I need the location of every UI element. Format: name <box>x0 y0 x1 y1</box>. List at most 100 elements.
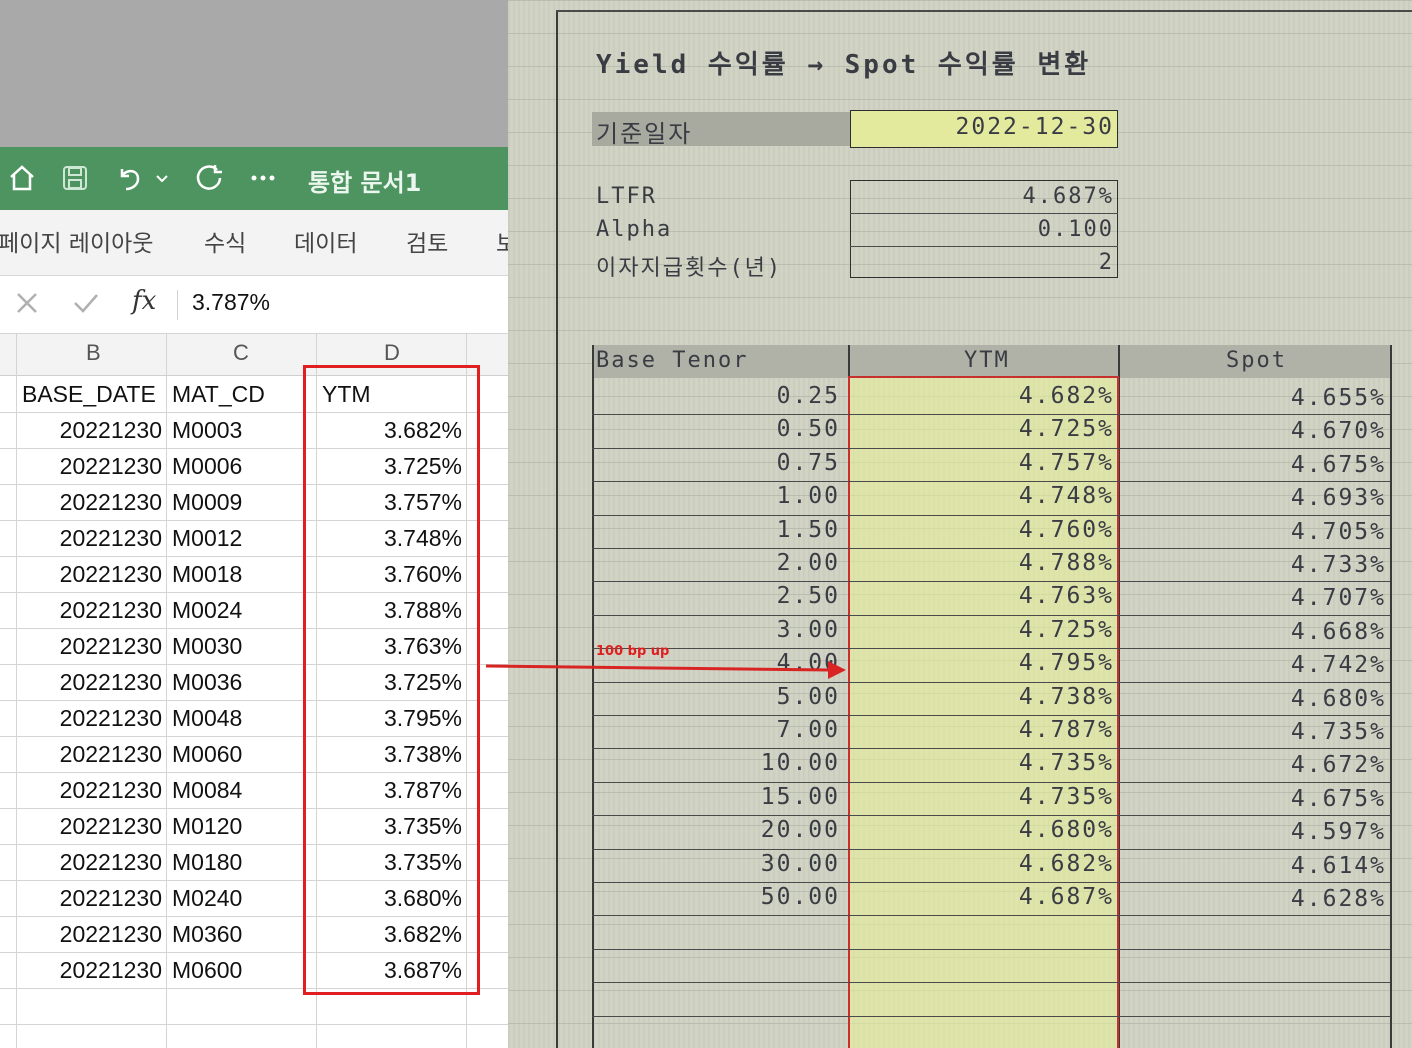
tab-data[interactable]: 데이터 <box>294 224 357 258</box>
cell-mat-cd[interactable]: M0060 <box>172 736 312 772</box>
params-line <box>850 246 1118 247</box>
insert-function-icon[interactable]: fx <box>132 286 156 316</box>
save-icon[interactable] <box>58 161 92 195</box>
undo-icon[interactable] <box>112 161 146 195</box>
cell-mat-cd[interactable]: M0084 <box>172 772 312 808</box>
cell-mat-cd[interactable]: M0048 <box>172 700 312 736</box>
table-row-line <box>592 915 1390 917</box>
cell-base-date[interactable]: 20221230 <box>20 556 162 592</box>
check-icon[interactable] <box>72 290 100 320</box>
spot-cell: 4.668% <box>1290 618 1386 645</box>
tenor-cell: 1.50 <box>776 516 840 543</box>
cell-mat-cd[interactable]: M0009 <box>172 484 312 520</box>
spot-cell: 4.735% <box>1290 719 1386 745</box>
column-header-b[interactable]: B <box>86 340 101 366</box>
formula-bar: fx 3.787% <box>0 276 508 334</box>
sheet-border <box>556 10 558 1048</box>
ytm-cell: 4.757% <box>1018 449 1114 476</box>
redo-icon[interactable] <box>192 161 226 195</box>
tab-formulas[interactable]: 수식 <box>204 224 246 258</box>
cell-mat-cd[interactable]: M0360 <box>172 916 312 952</box>
home-icon[interactable] <box>5 161 39 195</box>
spot-cell: 4.614% <box>1290 852 1386 879</box>
cell-mat-cd[interactable]: M0006 <box>172 448 312 484</box>
base-date-value: 2022-12-30 <box>955 114 1114 140</box>
spreadsheet-photo: Yield 수익률 → Spot 수익률 변환 기준일자 2022-12-30 … <box>508 0 1412 1048</box>
cell-mat-cd[interactable]: M0240 <box>172 880 312 916</box>
cell-base-date[interactable]: 20221230 <box>20 448 162 484</box>
spot-cell: 4.672% <box>1290 752 1386 779</box>
cell-base-date[interactable]: 20221230 <box>20 664 162 700</box>
cell-base-date[interactable]: 20221230 <box>20 412 162 448</box>
sheet-border <box>556 10 1412 12</box>
table-row-line <box>592 715 1390 716</box>
title-bar: 통합 문서1 <box>0 147 508 210</box>
tenor-cell: 20.00 <box>760 817 840 844</box>
ytm-cell: 4.725% <box>1018 416 1114 443</box>
tenor-cell: 15.00 <box>760 783 840 810</box>
spot-cell: 4.670% <box>1290 418 1386 445</box>
chevron-down-icon[interactable] <box>152 161 172 195</box>
spot-cell: 4.628% <box>1290 886 1386 912</box>
cell-mat-cd[interactable]: M0012 <box>172 520 312 556</box>
cell-base-date[interactable]: 20221230 <box>20 520 162 556</box>
ytm-highlight-box <box>303 365 480 995</box>
more-icon[interactable] <box>246 161 280 195</box>
ytm-cell: 4.687% <box>1018 884 1114 910</box>
cell-base-date[interactable]: 20221230 <box>20 808 162 844</box>
cell-base-date[interactable]: 20221230 <box>20 880 162 916</box>
cell-mat-cd[interactable]: M0120 <box>172 808 312 844</box>
cell-mat-cd[interactable]: M0003 <box>172 412 312 448</box>
spot-cell: 4.675% <box>1290 451 1386 478</box>
cell-base-date[interactable]: 20221230 <box>20 592 162 628</box>
table-row-line <box>592 781 1390 783</box>
param-label-alpha: Alpha <box>596 217 673 242</box>
tab-review[interactable]: 검토 <box>406 224 448 258</box>
table-row-line <box>592 447 1390 449</box>
cell-base-date[interactable]: 20221230 <box>20 772 162 808</box>
cancel-icon[interactable] <box>14 290 40 320</box>
row-line <box>0 1024 508 1025</box>
header-cell-base-date[interactable]: BASE_DATE <box>22 376 162 412</box>
cell-mat-cd[interactable]: M0600 <box>172 952 312 988</box>
cell-mat-cd[interactable]: M0018 <box>172 556 312 592</box>
ytm-red-border <box>1117 376 1119 1048</box>
cell-mat-cd[interactable]: M0180 <box>172 844 312 880</box>
header-cell-mat-cd[interactable]: MAT_CD <box>172 376 312 412</box>
cell-base-date[interactable]: 20221230 <box>20 700 162 736</box>
cell-base-date[interactable]: 20221230 <box>20 484 162 520</box>
table-row-line <box>592 815 1390 817</box>
cell-base-date[interactable]: 20221230 <box>20 952 162 988</box>
spot-cell: 4.675% <box>1290 785 1386 812</box>
cell-mat-cd[interactable]: M0030 <box>172 628 312 664</box>
table-row-line <box>592 581 1390 583</box>
tenor-cell: 0.25 <box>776 383 840 409</box>
param-value-payments: 2 <box>1098 250 1114 275</box>
grid-line <box>16 334 17 1048</box>
table-row-line <box>592 548 1390 549</box>
tenor-cell: 0.75 <box>776 449 840 476</box>
cell-base-date[interactable]: 20221230 <box>20 628 162 664</box>
spot-cell: 4.742% <box>1290 652 1386 679</box>
ytm-cell: 4.788% <box>1018 550 1114 576</box>
ytm-column-highlight <box>850 378 1118 1048</box>
sheet-title: Yield 수익률 → Spot 수익률 변환 <box>596 50 1092 80</box>
cell-base-date[interactable]: 20221230 <box>20 916 162 952</box>
cell-mat-cd[interactable]: M0036 <box>172 664 312 700</box>
column-header-c[interactable]: C <box>233 340 249 366</box>
tenor-cell: 10.00 <box>760 750 840 777</box>
column-header-d[interactable]: D <box>384 340 400 366</box>
excel-window: 통합 문서1 페이지 레이아웃 수식 데이터 검토 보 fx 3.787% B … <box>0 0 517 1048</box>
cell-base-date[interactable]: 20221230 <box>20 736 162 772</box>
table-row-line <box>592 681 1390 683</box>
spot-cell: 4.705% <box>1290 518 1386 545</box>
ytm-cell: 4.682% <box>1018 383 1114 409</box>
formula-input[interactable]: 3.787% <box>192 289 270 316</box>
cell-base-date[interactable]: 20221230 <box>20 844 162 880</box>
base-date-label: 기준일자 <box>596 120 693 148</box>
tenor-cell: 2.50 <box>776 583 840 610</box>
tab-page-layout[interactable]: 페이지 레이아웃 <box>0 224 153 258</box>
grid-line <box>166 334 167 1048</box>
cell-mat-cd[interactable]: M0024 <box>172 592 312 628</box>
param-value-alpha: 0.100 <box>1037 217 1114 242</box>
